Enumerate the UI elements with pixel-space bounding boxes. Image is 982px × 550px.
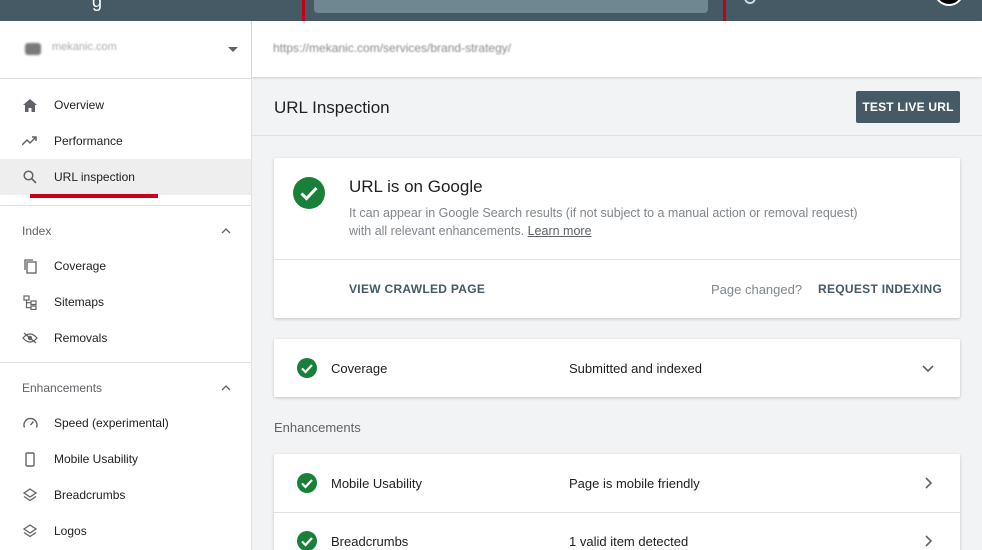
search-icon bbox=[22, 169, 38, 185]
sidebar-item-mobile-usability[interactable]: Mobile Usability bbox=[0, 441, 251, 477]
sidebar-item-label: Overview bbox=[54, 98, 105, 112]
sidebar-item-label: Speed (experimental) bbox=[54, 416, 169, 430]
sidebar-item-label: Removals bbox=[54, 331, 108, 345]
caret-down-icon bbox=[228, 47, 238, 52]
property-selector[interactable]: mekanic.com bbox=[0, 21, 251, 79]
request-indexing-button[interactable]: REQUEST INDEXING bbox=[818, 282, 942, 296]
coverage-row[interactable]: Coverage Submitted and indexed bbox=[274, 339, 960, 397]
phone-icon bbox=[22, 451, 38, 467]
page-title: URL Inspection bbox=[274, 98, 390, 117]
sidebar-item-label: Performance bbox=[54, 134, 123, 148]
status-description-text: It can appear in Google Search results (… bbox=[349, 206, 858, 238]
coverage-label: Coverage bbox=[331, 361, 388, 376]
inspect-url-search-input[interactable] bbox=[314, 0, 708, 13]
chevron-up-icon bbox=[221, 382, 231, 394]
card-divider bbox=[274, 259, 960, 260]
view-crawled-page-button[interactable]: VIEW CRAWLED PAGE bbox=[349, 282, 485, 296]
chevron-right-icon bbox=[920, 533, 936, 549]
enhancement-row-breadcrumbs[interactable]: Breadcrumbs 1 valid item detected bbox=[274, 512, 960, 550]
sidebar-item-logos[interactable]: Logos bbox=[0, 513, 251, 549]
section-label: Index bbox=[22, 224, 52, 238]
sidebar-item-label: URL inspection bbox=[54, 170, 135, 184]
layers-icon bbox=[22, 487, 38, 503]
inspected-url: https://mekanic.com/services/brand-strat… bbox=[273, 41, 512, 55]
property-name: mekanic.com bbox=[52, 41, 117, 53]
test-live-url-button[interactable]: TEST LIVE URL bbox=[856, 91, 960, 123]
sidebar-item-label: Logos bbox=[54, 524, 87, 538]
sidebar-item-label: Coverage bbox=[54, 259, 107, 273]
chevron-right-icon bbox=[920, 475, 936, 491]
layers-icon bbox=[22, 523, 38, 539]
sidebar-item-breadcrumbs[interactable]: Breadcrumbs bbox=[0, 477, 251, 513]
sidebar-item-label: Breadcrumbs bbox=[54, 488, 126, 502]
coverage-card: Coverage Submitted and indexed bbox=[274, 339, 960, 397]
eye-off-icon bbox=[22, 330, 38, 346]
sidebar-item-speed[interactable]: Speed (experimental) bbox=[0, 405, 251, 441]
property-favicon-icon bbox=[25, 43, 41, 55]
index-status-card: URL is on Google It can appear in Google… bbox=[274, 158, 960, 318]
chevron-up-icon bbox=[221, 225, 231, 237]
status-headline: URL is on Google bbox=[349, 177, 483, 196]
enhancement-label: Breadcrumbs bbox=[331, 534, 409, 549]
sidebar-item-removals[interactable]: Removals bbox=[0, 320, 251, 356]
sidebar-item-performance[interactable]: Performance bbox=[0, 123, 251, 159]
enhancements-heading: Enhancements bbox=[274, 420, 361, 435]
sidebar-item-label: Sitemaps bbox=[54, 295, 105, 309]
check-circle-icon bbox=[297, 473, 317, 493]
learn-more-link[interactable]: Learn more bbox=[528, 224, 592, 238]
coverage-icon bbox=[22, 258, 38, 274]
page-changed-label: Page changed? bbox=[711, 282, 803, 297]
sidebar: mekanic.com Overview Performance URL ins… bbox=[0, 21, 252, 550]
sitemap-icon bbox=[22, 294, 38, 310]
speedometer-icon bbox=[22, 415, 38, 431]
check-circle-icon bbox=[297, 531, 317, 550]
enhancement-label: Mobile Usability bbox=[331, 476, 423, 491]
search-highlight-box bbox=[302, 0, 726, 21]
check-circle-icon bbox=[293, 177, 325, 209]
trending-up-icon bbox=[22, 133, 38, 149]
enhancements-card: Mobile Usability Page is mobile friendly… bbox=[274, 454, 960, 550]
section-enhancements-header[interactable]: Enhancements bbox=[0, 369, 251, 405]
sidebar-item-overview[interactable]: Overview bbox=[0, 87, 251, 123]
check-circle-icon bbox=[297, 358, 317, 378]
sidebar-item-label: Mobile Usability bbox=[54, 452, 139, 466]
app-header: g bbox=[0, 0, 982, 21]
account-avatar-icon[interactable] bbox=[934, 0, 964, 6]
status-description: It can appear in Google Search results (… bbox=[349, 204, 869, 240]
section-index-header[interactable]: Index bbox=[0, 212, 251, 248]
chevron-down-icon bbox=[920, 360, 936, 376]
section-label: Enhancements bbox=[22, 381, 103, 395]
coverage-value: Submitted and indexed bbox=[569, 361, 702, 376]
sidebar-item-coverage[interactable]: Coverage bbox=[0, 248, 251, 284]
enhancement-row-mobile-usability[interactable]: Mobile Usability Page is mobile friendly bbox=[274, 454, 960, 512]
inspected-url-bar: https://mekanic.com/services/brand-strat… bbox=[252, 21, 982, 77]
enhancement-value: 1 valid item detected bbox=[569, 534, 689, 549]
page-title-row: URL Inspection TEST LIVE URL bbox=[252, 78, 982, 136]
product-name-partial: g bbox=[92, 0, 103, 11]
home-icon bbox=[22, 97, 38, 113]
sidebar-item-sitemaps[interactable]: Sitemaps bbox=[0, 284, 251, 320]
help-icon[interactable] bbox=[744, 0, 756, 4]
enhancement-value: Page is mobile friendly bbox=[569, 476, 700, 491]
active-highlight-underline bbox=[30, 194, 158, 198]
sidebar-item-url-inspection[interactable]: URL inspection bbox=[0, 159, 251, 198]
